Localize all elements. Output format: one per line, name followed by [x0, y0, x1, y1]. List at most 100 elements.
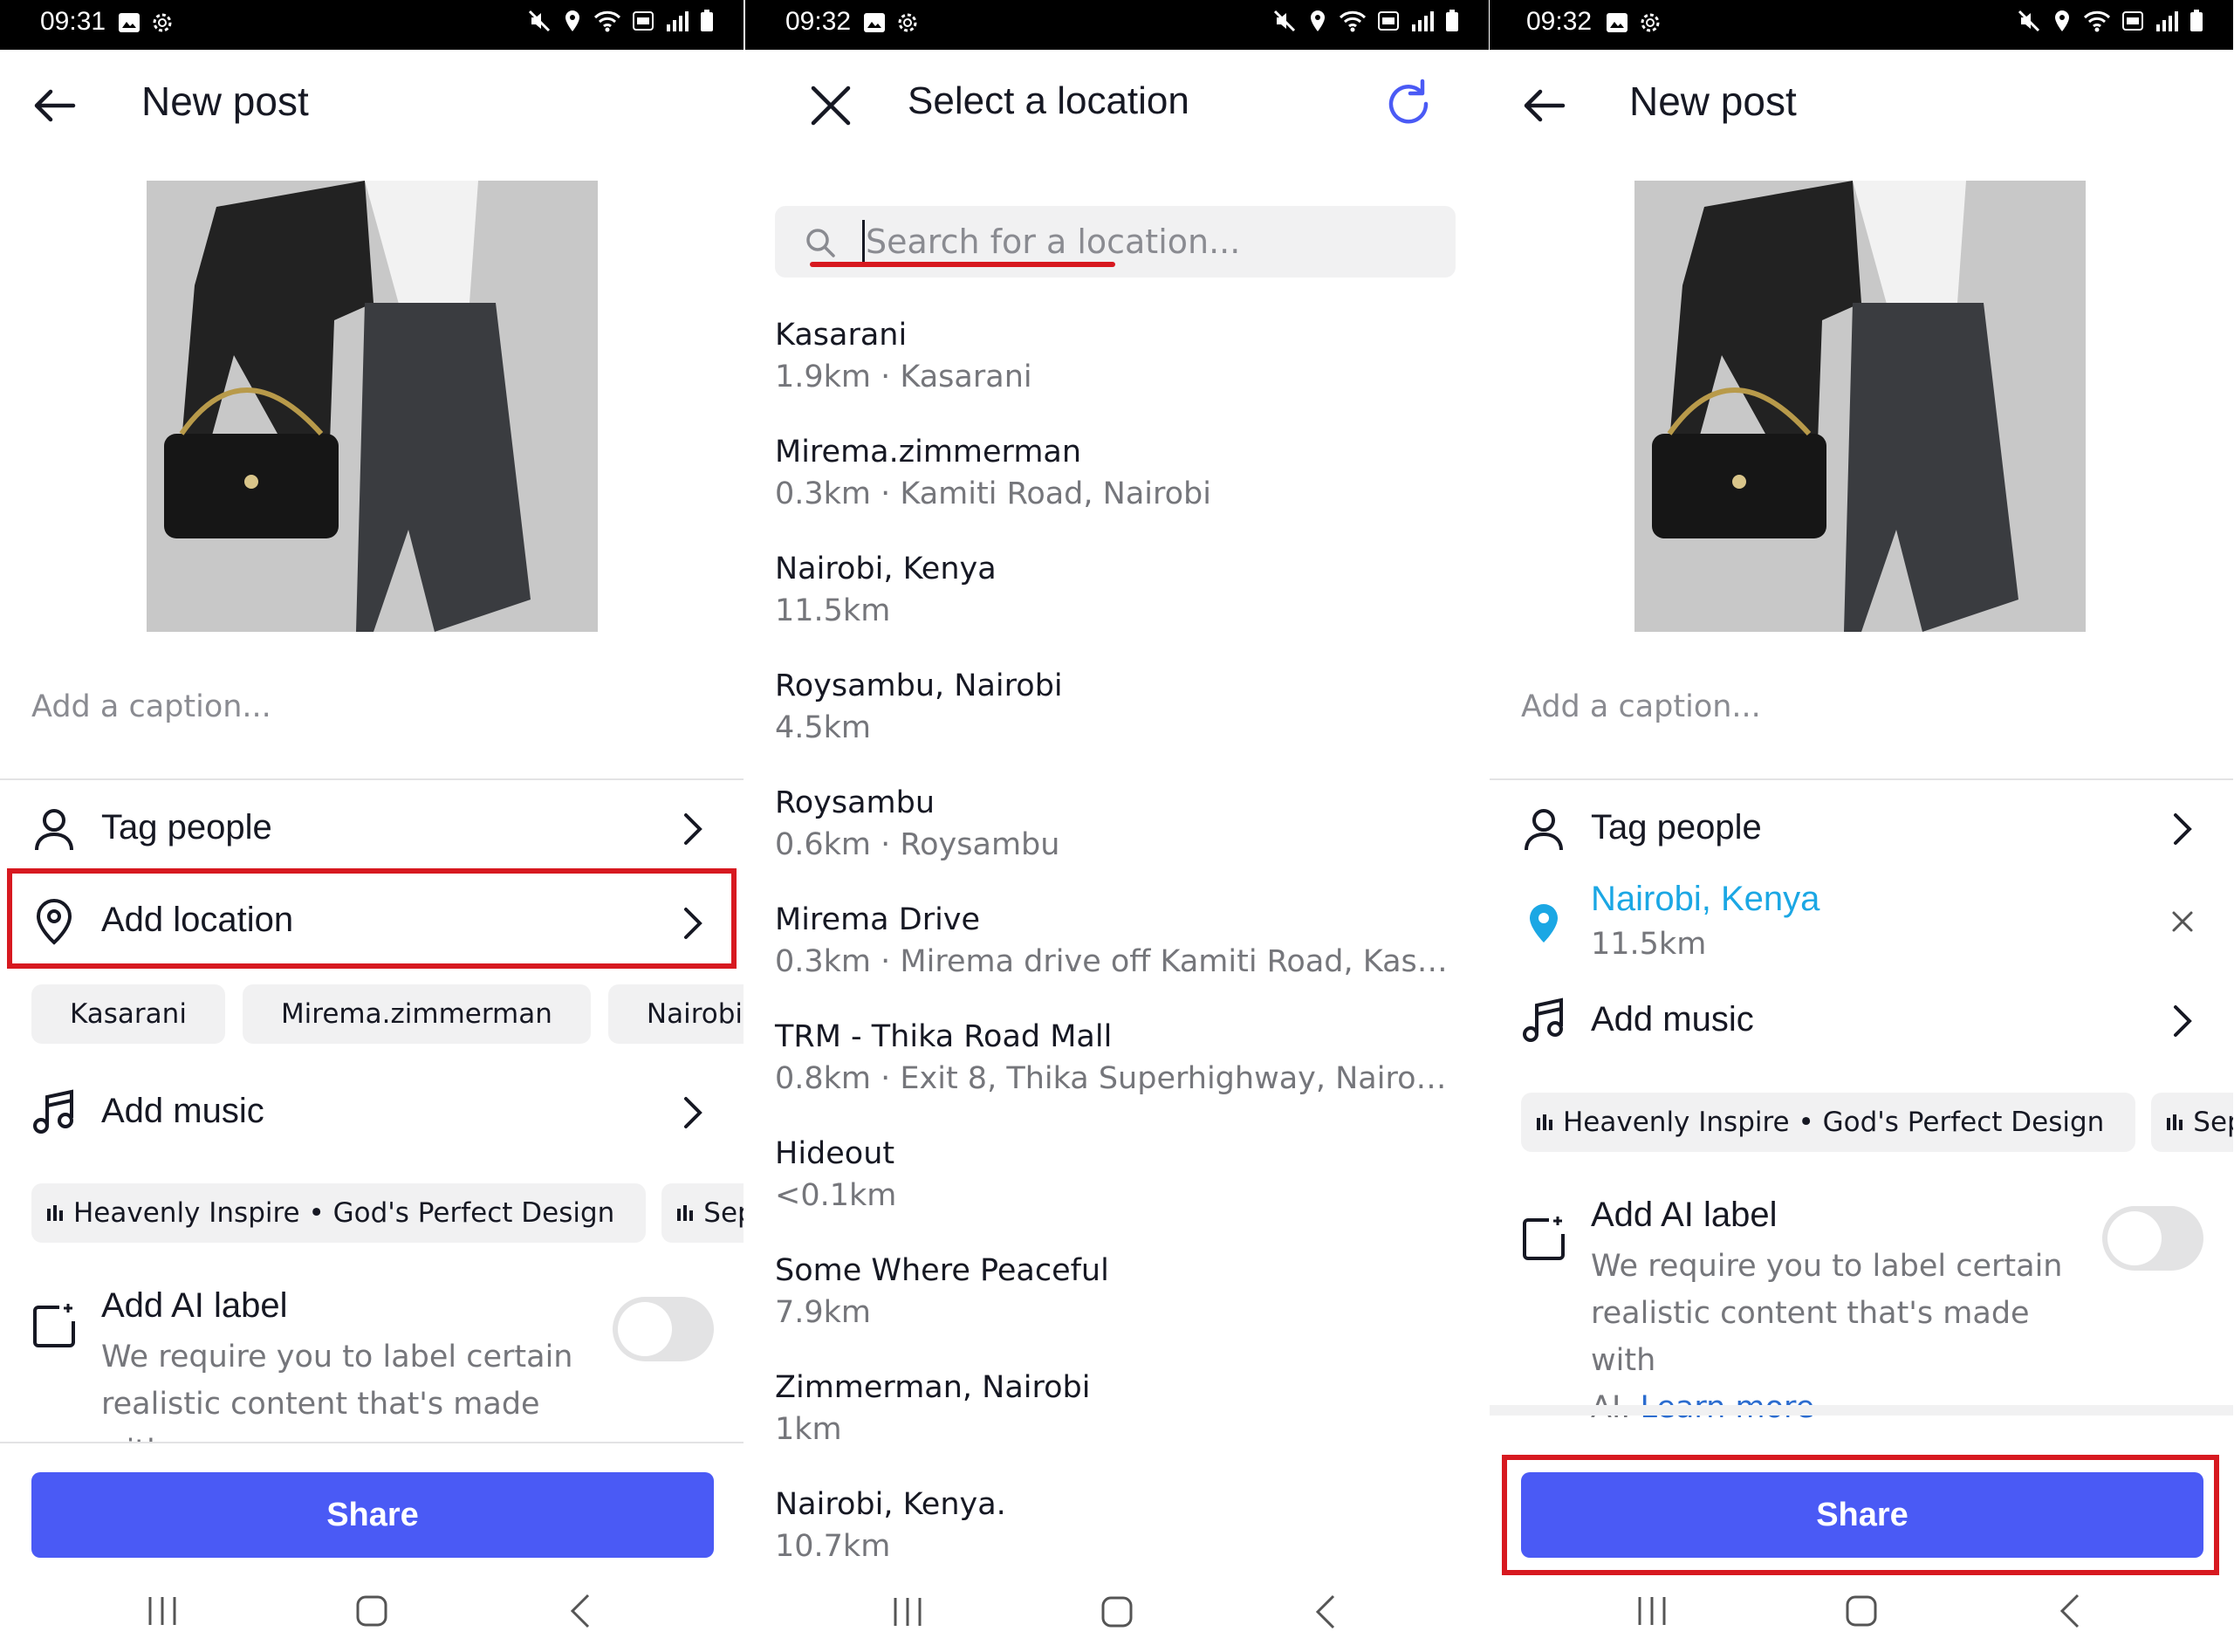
post-thumbnail[interactable]: [1634, 181, 2086, 632]
location-name: Nairobi, Kenya.: [775, 1487, 1006, 1522]
location-name: Mirema Drive: [775, 902, 981, 937]
location-item[interactable]: Roysambu 0.6km · Roysambu: [775, 782, 1473, 899]
signal-icon: [2156, 11, 2178, 31]
music-suggestions: Heavenly Inspire • God's Perfect Design …: [1521, 1093, 2233, 1152]
bottom-bar: [745, 1562, 1489, 1652]
location-chip[interactable]: Mirema.zimmerman: [242, 984, 591, 1044]
mute-icon: [528, 10, 551, 32]
add-location-highlight: [7, 868, 737, 969]
location-name: Zimmerman, Nairobi: [775, 1370, 1091, 1405]
ai-label-row: Add AI label We require you to label cer…: [0, 1274, 744, 1469]
location-item[interactable]: Mirema Drive 0.3km · Mirema drive off Ka…: [775, 899, 1473, 1016]
back-icon[interactable]: [560, 1590, 602, 1632]
ai-label-row: Add AI label We require you to label cer…: [1490, 1187, 2233, 1425]
mute-icon: [1273, 10, 1296, 32]
add-music-label: Add music: [1591, 1000, 1754, 1038]
location-item[interactable]: Nairobi, Kenya 11.5km: [775, 548, 1473, 665]
location-item[interactable]: Roysambu, Nairobi 4.5km: [775, 665, 1473, 782]
location-item[interactable]: Kasarani 1.9km · Kasarani: [775, 314, 1473, 431]
ai-label-icon: [33, 1304, 75, 1347]
back-icon[interactable]: [1305, 1591, 1347, 1633]
divider: [0, 778, 744, 780]
bottom-bar: Share: [1490, 1442, 2233, 1651]
location-detail: 0.3km · Kamiti Road, Nairobi: [775, 476, 1211, 511]
location-list: Kasarani 1.9km · Kasarani Mirema.zimmerm…: [775, 314, 1473, 1601]
volte-icon: [1378, 11, 1399, 31]
location-suggestions: Kasarani Mirema.zimmerman Nairobi, Keny: [31, 984, 744, 1044]
music-chip-label: Heavenly Inspire • God's Perfect Design: [73, 1197, 615, 1229]
location-status-icon: [2055, 10, 2069, 31]
chevron-right-icon: [684, 813, 702, 845]
status-bar: 09:31: [0, 0, 744, 50]
back-arrow-icon[interactable]: [30, 81, 79, 130]
battery-icon: [2190, 10, 2203, 31]
ai-label-description: We require you to label certain realisti…: [1591, 1243, 2097, 1431]
volte-icon: [633, 11, 654, 31]
location-detail: <0.1km: [775, 1178, 897, 1213]
back-arrow-icon[interactable]: [1519, 81, 1568, 130]
home-icon[interactable]: [1840, 1590, 1882, 1632]
location-item[interactable]: TRM - Thika Road Mall 0.8km · Exit 8, Th…: [775, 1016, 1473, 1133]
location-item[interactable]: Some Where Peaceful 7.9km: [775, 1250, 1473, 1367]
share-button[interactable]: Share: [31, 1472, 714, 1558]
status-right-icons: [1272, 9, 1459, 33]
signal-icon: [667, 11, 689, 31]
toggle-knob: [2107, 1211, 2162, 1265]
audio-bars-icon: [1537, 1114, 1552, 1130]
music-chip[interactable]: Seph Sch: [661, 1183, 744, 1243]
location-detail: 4.5km: [775, 710, 872, 745]
caption-input[interactable]: Add a caption...: [1521, 689, 1761, 724]
gallery-icon: [864, 13, 885, 32]
location-item[interactable]: Hideout <0.1km: [775, 1133, 1473, 1250]
screen-new-post-2: 09:32 New post Add a caption... Tag peop…: [1490, 0, 2233, 1652]
recent-apps-icon[interactable]: [887, 1591, 929, 1633]
status-left-icons: [1605, 10, 1662, 35]
location-status-icon: [1311, 10, 1325, 31]
location-item[interactable]: Mirema.zimmerman 0.3km · Kamiti Road, Na…: [775, 431, 1473, 548]
recent-apps-icon[interactable]: [141, 1590, 183, 1632]
remove-location-icon[interactable]: [2167, 906, 2198, 937]
add-music-row[interactable]: Add music: [1490, 977, 2233, 1065]
location-item[interactable]: Zimmerman, Nairobi 1km: [775, 1367, 1473, 1484]
music-chip-label: Seph Sch: [703, 1197, 744, 1229]
add-music-label: Add music: [101, 1092, 264, 1130]
selected-location-row[interactable]: Nairobi, Kenya 11.5km: [1490, 873, 2233, 977]
location-status-icon: [565, 10, 579, 31]
location-chip[interactable]: Nairobi, Keny: [607, 984, 744, 1044]
music-chip[interactable]: Seph Sch: [2151, 1093, 2233, 1152]
status-bar: 09:32: [1490, 0, 2233, 50]
music-note-icon: [1523, 997, 1563, 1042]
ai-label-toggle[interactable]: [613, 1297, 714, 1361]
status-time: 09:31: [40, 7, 106, 36]
page-title: New post: [141, 79, 309, 124]
home-icon[interactable]: [1096, 1591, 1138, 1633]
search-input[interactable]: [866, 218, 1424, 265]
divider: [0, 1442, 744, 1443]
system-nav-bar: [0, 1573, 744, 1651]
page-title: Select a location: [908, 79, 1189, 122]
location-detail: 1.9km · Kasarani: [775, 360, 1032, 394]
ai-label-line: We require you to label certain: [1591, 1249, 2063, 1284]
back-icon[interactable]: [2050, 1590, 2092, 1632]
tag-people-row[interactable]: Tag people: [0, 785, 744, 873]
location-name: Some Where Peaceful: [775, 1253, 1109, 1288]
location-name: Hideout: [775, 1136, 895, 1171]
caption-input[interactable]: Add a caption...: [31, 689, 271, 724]
home-icon[interactable]: [351, 1590, 393, 1632]
location-name: TRM - Thika Road Mall: [775, 1019, 1113, 1054]
section-separator: [1490, 1405, 2233, 1416]
close-icon[interactable]: [806, 81, 855, 130]
refresh-icon[interactable]: [1382, 78, 1435, 130]
gallery-icon: [119, 13, 140, 32]
settings-gear-icon: [898, 13, 917, 32]
header: Select a location: [745, 50, 1489, 159]
recent-apps-icon[interactable]: [1631, 1590, 1673, 1632]
add-music-row[interactable]: Add music: [0, 1069, 744, 1156]
music-chip[interactable]: Heavenly Inspire • God's Perfect Design: [31, 1183, 647, 1243]
ai-label-toggle[interactable]: [2102, 1206, 2203, 1271]
music-note-icon: [33, 1089, 73, 1134]
tag-people-row[interactable]: Tag people: [1490, 785, 2233, 873]
location-chip[interactable]: Kasarani: [31, 984, 225, 1044]
music-chip[interactable]: Heavenly Inspire • God's Perfect Design: [1521, 1093, 2136, 1152]
post-thumbnail[interactable]: [147, 181, 598, 632]
